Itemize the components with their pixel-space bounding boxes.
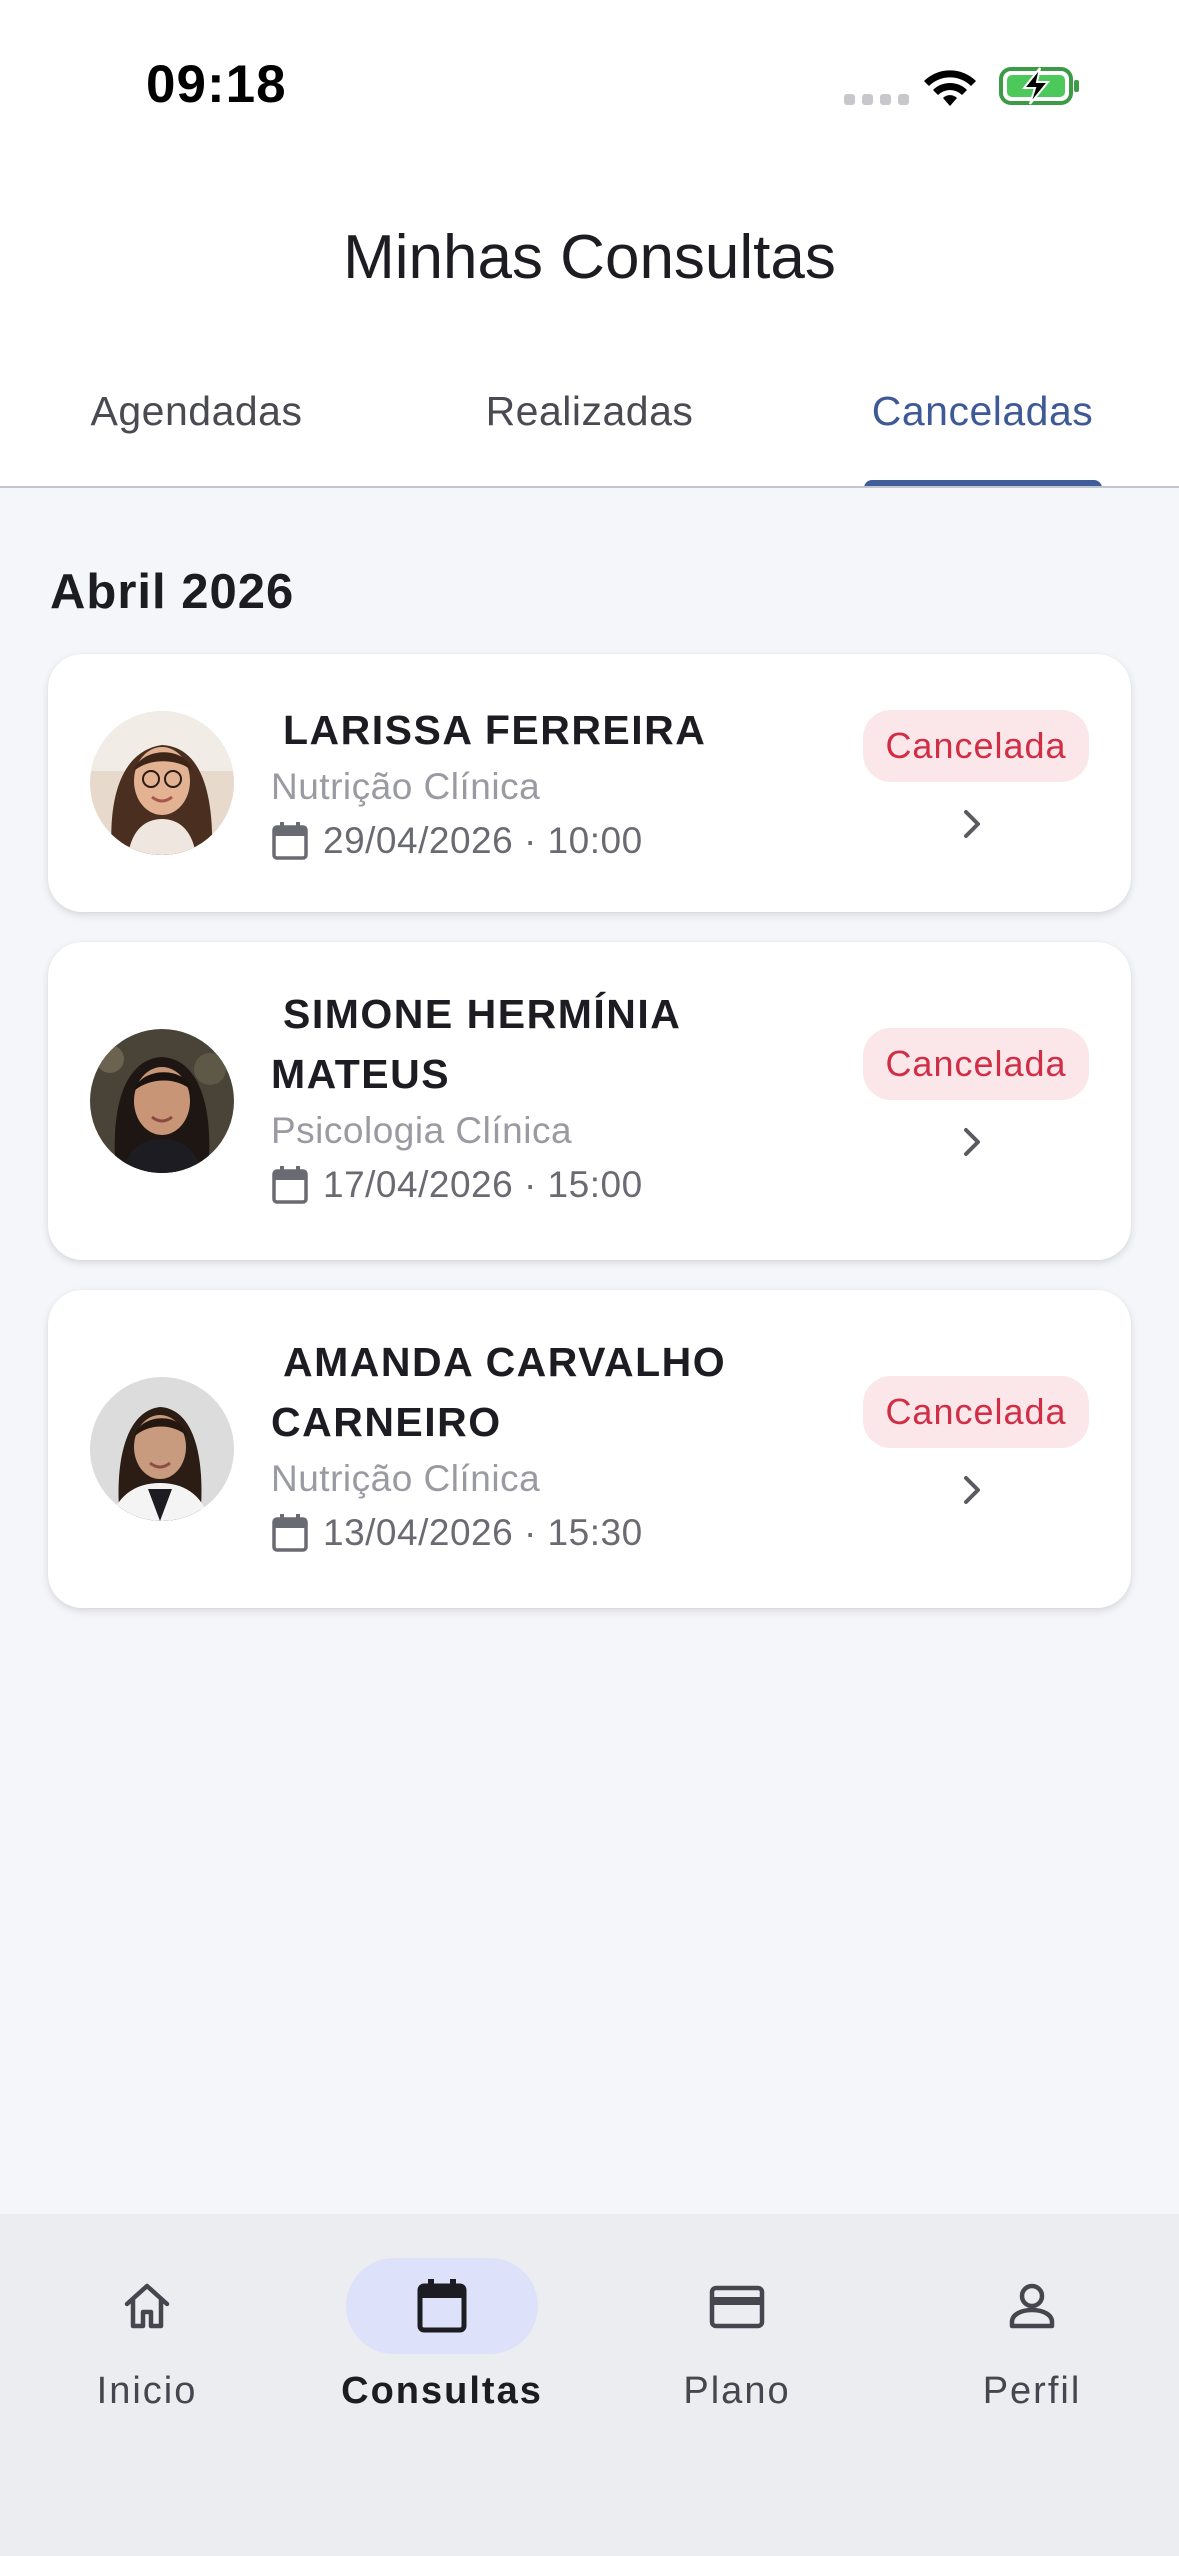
specialty: Nutrição Clínica [271,766,541,807]
professional-name: AMANDA CARVALHO CARNEIRO [271,1339,727,1445]
tabs-bar: Agendadas Realizadas Canceladas [0,380,1179,488]
appointment-info: SIMONE HERMÍNIA MATEUS Psicologia Clínica… [271,984,831,1206]
nav-item-perfil[interactable]: Perfil [902,2258,1162,2413]
avatar [90,1377,234,1521]
avatar [90,711,234,855]
nav-label: Inicio [96,2370,198,2412]
tabs-divider [0,486,1179,488]
header-area: 09:18 Minhas Consultas Agendadas Realiza… [0,0,1179,488]
nav-label: Perfil [982,2370,1082,2412]
professional-name: LARISSA FERREIRA [283,707,707,753]
appointment-card[interactable]: LARISSA FERREIRA Nutrição Clínica 29/04/… [48,654,1131,912]
page-title: Minhas Consultas [343,223,836,292]
appointment-info: AMANDA CARVALHO CARNEIRO Nutrição Clínica… [271,1332,831,1554]
appointment-datetime: 29/04/2026 · 10:00 [271,820,831,862]
calendar-icon [272,822,308,860]
app-screen: 09:18 Minhas Consultas Agendadas Realiza… [0,0,1179,2556]
chevron-right-icon[interactable] [958,804,988,844]
battery-charging-icon [999,67,1079,105]
nav-active-pill [346,2258,538,2354]
appointment-datetime: 17/04/2026 · 15:00 [271,1164,831,1206]
professional-name: SIMONE HERMÍNIA MATEUS [271,991,682,1097]
chevron-right-icon[interactable] [958,1122,988,1162]
nav-item-consultas[interactable]: Consultas [312,2258,572,2413]
signal-icon [844,94,909,105]
chevron-right-icon[interactable] [958,1470,988,1510]
appointment-info: LARISSA FERREIRA Nutrição Clínica 29/04/… [271,700,831,862]
appointment-card[interactable]: AMANDA CARVALHO CARNEIRO Nutrição Clínica… [48,1290,1131,1608]
calendar-icon [272,1514,308,1552]
nav-item-plano[interactable]: Plano [607,2258,867,2413]
nav-label: Plano [683,2370,791,2412]
tab-canceladas[interactable]: Canceladas [786,388,1179,458]
status-badge: Cancelada [863,710,1089,782]
bottom-navigation: Inicio Consultas Plano Perfil [0,2214,1179,2556]
nav-item-inicio[interactable]: Inicio [17,2258,277,2413]
status-time: 09:18 [146,55,287,114]
nav-label: Consultas [341,2370,543,2412]
wifi-icon [924,70,976,106]
tab-agendadas[interactable]: Agendadas [0,388,393,458]
home-icon [124,2283,170,2329]
appointment-datetime: 13/04/2026 · 15:30 [271,1512,831,1554]
appointment-card[interactable]: SIMONE HERMÍNIA MATEUS Psicologia Clínica… [48,942,1131,1260]
credit-card-icon [709,2285,765,2329]
person-icon [1009,2283,1055,2329]
specialty: Psicologia Clínica [271,1110,573,1151]
month-heading: Abril 2026 [50,565,295,619]
status-badge: Cancelada [863,1376,1089,1448]
status-badge: Cancelada [863,1028,1089,1100]
specialty: Nutrição Clínica [271,1458,541,1499]
tab-realizadas[interactable]: Realizadas [393,388,786,458]
calendar-icon [417,2279,467,2333]
avatar [90,1029,234,1173]
calendar-icon [272,1166,308,1204]
